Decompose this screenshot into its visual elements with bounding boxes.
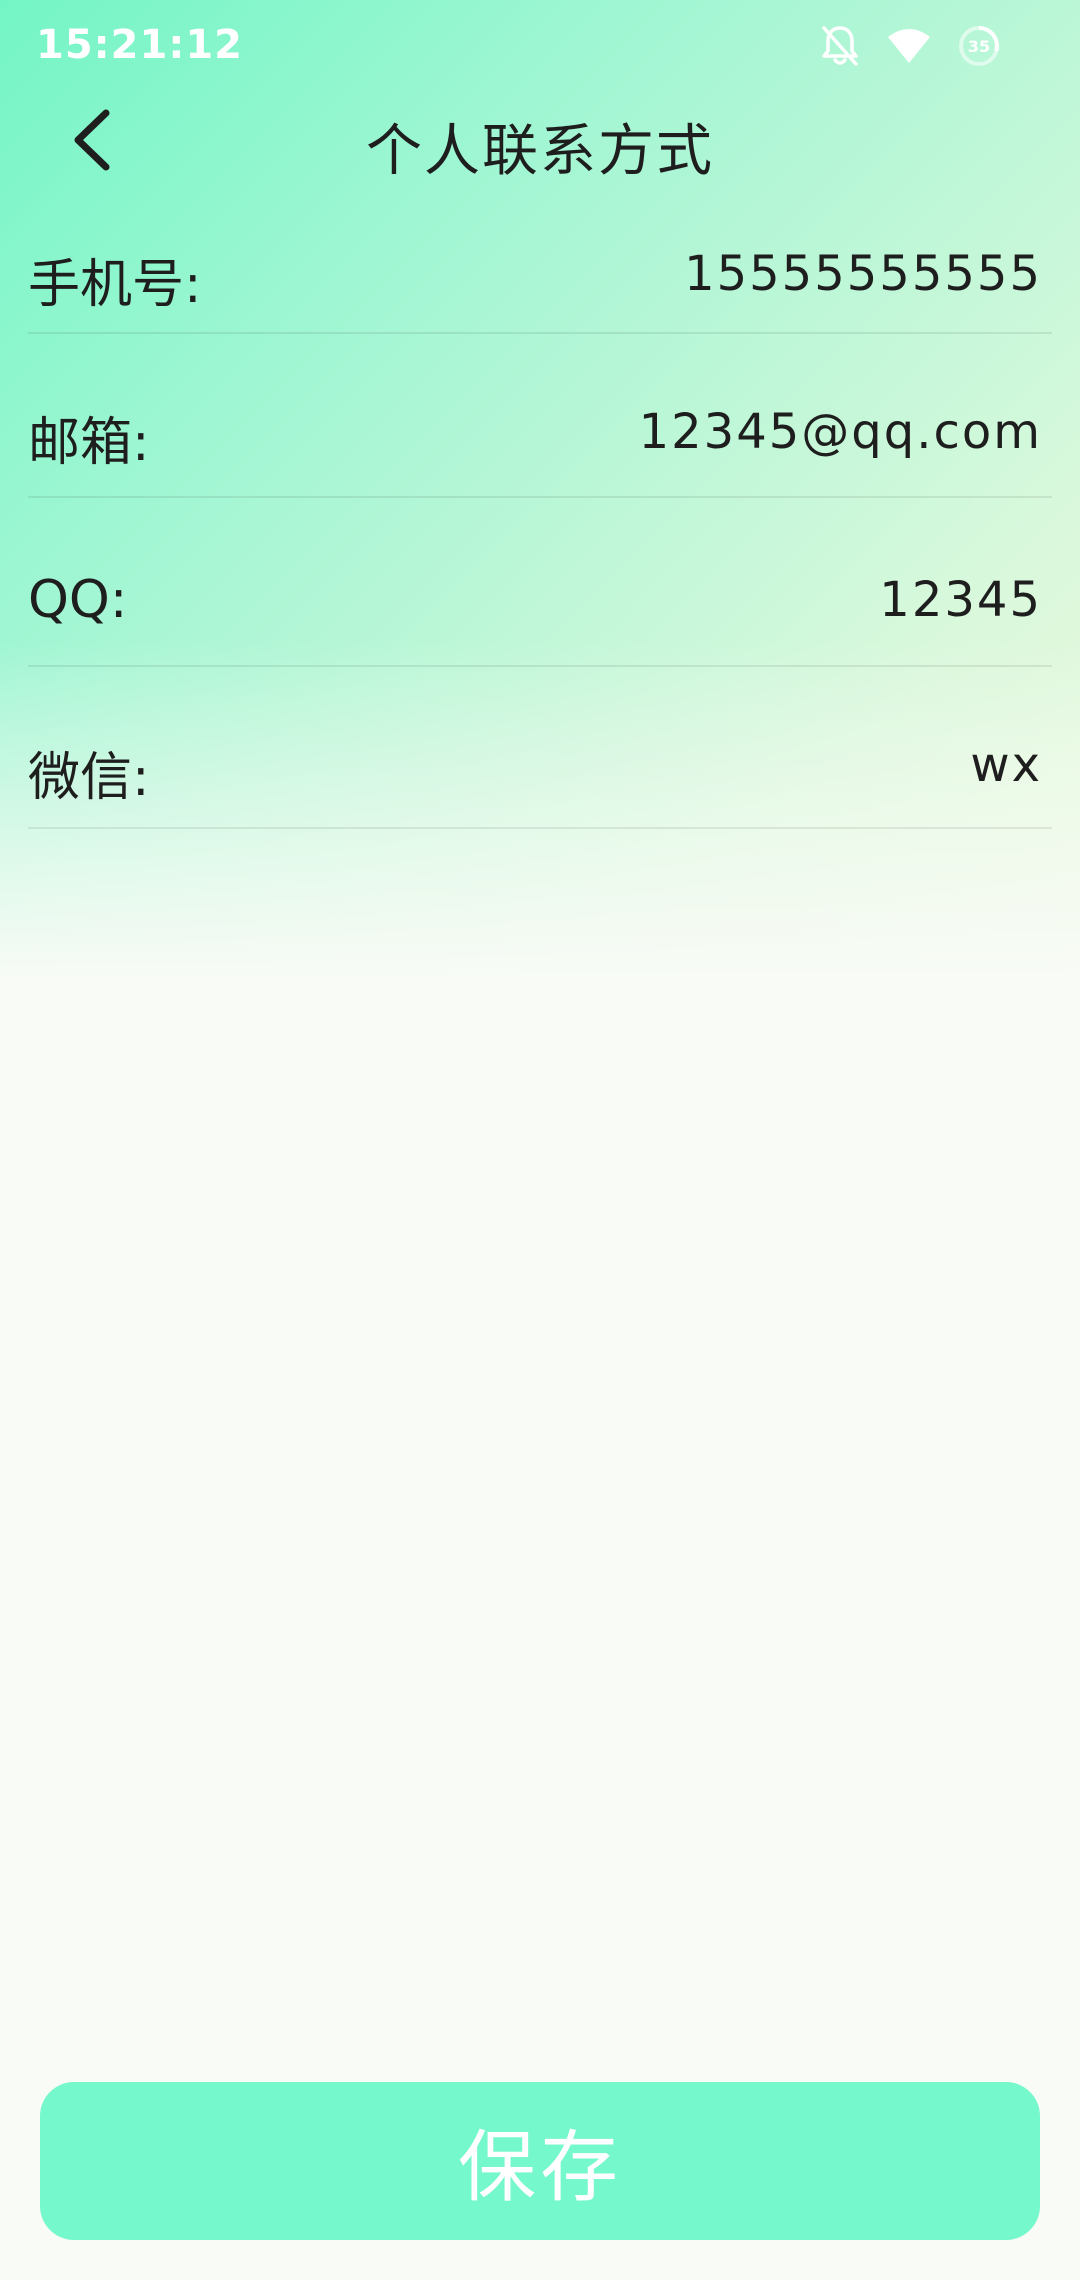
battery-icon: 35 xyxy=(958,25,1000,67)
page-title: 个人联系方式 xyxy=(366,119,714,184)
status-time: 15:21:12 xyxy=(36,22,243,68)
status-bar: 15:21:12 35 xyxy=(0,0,1080,92)
wifi-icon xyxy=(886,27,932,65)
status-icons: 35 xyxy=(820,22,1000,70)
wechat-row[interactable]: 微信: wx xyxy=(28,667,1052,829)
wechat-field[interactable]: wx xyxy=(970,737,1042,793)
qq-label: QQ: xyxy=(28,570,128,630)
phone-field[interactable]: 15555555555 xyxy=(684,246,1042,302)
email-field[interactable]: 12345@qq.com xyxy=(639,404,1042,460)
phone-row[interactable]: 手机号: 15555555555 xyxy=(28,218,1052,334)
qq-field[interactable]: 12345 xyxy=(879,572,1042,628)
email-label: 邮箱: xyxy=(28,413,150,473)
email-row[interactable]: 邮箱: 12345@qq.com xyxy=(28,334,1052,498)
save-button-label: 保存 xyxy=(457,2123,622,2213)
bell-off-icon xyxy=(820,24,860,68)
phone-label: 手机号: xyxy=(28,255,202,315)
qq-row[interactable]: QQ: 12345 xyxy=(28,498,1052,667)
save-button[interactable]: 保存 xyxy=(40,2082,1040,2240)
wechat-label: 微信: xyxy=(28,748,150,808)
battery-level-text: 35 xyxy=(968,37,990,56)
contact-form: 手机号: 15555555555 邮箱: 12345@qq.com QQ: 12… xyxy=(28,218,1052,829)
